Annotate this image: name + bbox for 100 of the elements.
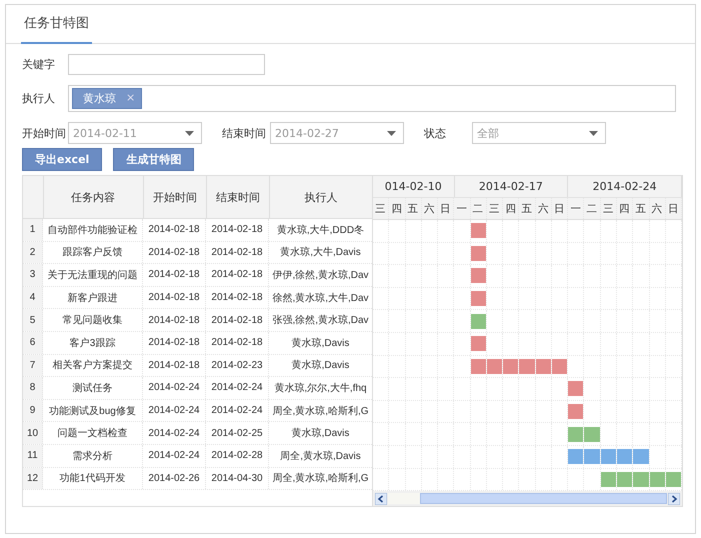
table-cell: 2014-02-23 bbox=[206, 354, 269, 376]
table-cell-text: 黄水琼,尔尔,大牛,fhq bbox=[273, 382, 368, 396]
table-cell-text: 周全,黄水琼,哈斯利,G bbox=[271, 472, 370, 486]
table-cell: 2014-04-30 bbox=[206, 468, 269, 490]
weekday-header: 四 bbox=[389, 198, 406, 219]
start-date-dropdown[interactable]: 2014-02-11 bbox=[68, 122, 202, 144]
table-cell-text: 周全,黄水琼,Davis bbox=[279, 450, 362, 464]
table-cell: 2014-02-24 bbox=[143, 444, 206, 467]
remove-tag-button[interactable]: × bbox=[126, 91, 136, 106]
table-cell: 2014-02-24 bbox=[206, 400, 269, 422]
table-cell: 问题一文档检查 bbox=[43, 422, 143, 444]
table-cell: 客户3跟踪 bbox=[43, 332, 143, 354]
table-cell: 2014-02-24 bbox=[143, 400, 206, 422]
table-cell: 2014-02-18 bbox=[206, 309, 269, 331]
table-cell: 2014-02-24 bbox=[143, 377, 206, 399]
row-number: 10 bbox=[23, 422, 43, 444]
row-number: 3 bbox=[23, 264, 43, 286]
row-number: 4 bbox=[23, 286, 43, 308]
weekday-header: 一 bbox=[568, 198, 584, 219]
table-cell-text: 黄水琼,大牛,DDD冬 bbox=[276, 224, 366, 238]
weekday-header: 四 bbox=[616, 198, 634, 219]
week-header: 2014-02-24 bbox=[568, 176, 682, 197]
column-header: 执行人 bbox=[304, 190, 339, 206]
field-label: 结束时间 bbox=[222, 126, 267, 140]
row-number: 7 bbox=[23, 354, 43, 376]
export-button[interactable]: 导出excel bbox=[22, 148, 102, 171]
executor-input[interactable]: 黄水琼 × bbox=[68, 85, 676, 112]
weekday-header: 二 bbox=[470, 198, 487, 219]
row-number: 5 bbox=[23, 309, 43, 331]
keyword-input[interactable] bbox=[68, 54, 265, 75]
table-cell: 跟踪客户反馈 bbox=[43, 242, 143, 264]
weekday-header: 三 bbox=[600, 198, 617, 219]
table-cell-text: 伊伊,徐然,黄水琼,Dav bbox=[271, 268, 370, 283]
field-label: 状态 bbox=[424, 126, 447, 140]
horizontal-scrollbar[interactable] bbox=[373, 491, 682, 506]
table-cell-text: 徐然,黄水琼,大牛,Dav bbox=[271, 292, 370, 306]
table-cell: 2014-02-18 bbox=[143, 309, 206, 331]
row-number: 2 bbox=[23, 242, 43, 264]
table-cell: 2014-02-18 bbox=[143, 354, 206, 376]
weekday-header: 六 bbox=[650, 198, 666, 219]
table-cell: 2014-02-18 bbox=[206, 286, 269, 308]
table-cell-text: 张强,徐然,黄水琼,Dav bbox=[271, 314, 370, 328]
table-cell: 功能测试及bug修复 bbox=[43, 400, 143, 422]
table-cell: 相关客户方案提交 bbox=[43, 354, 143, 376]
weekday-header: 三 bbox=[486, 198, 504, 219]
table-cell: 2014-02-18 bbox=[206, 332, 269, 354]
table-cell: 2014-02-18 bbox=[143, 264, 206, 286]
weekday-header: 二 bbox=[584, 198, 601, 219]
table-cell: 常见问题收集 bbox=[43, 309, 143, 331]
row-number: 9 bbox=[23, 400, 43, 422]
week-header: 2014-02-17 bbox=[454, 176, 568, 197]
status-dropdown[interactable]: 全部 bbox=[472, 122, 606, 144]
executor-tag: 黄水琼 × bbox=[72, 88, 142, 109]
weekday-header: 日 bbox=[438, 198, 454, 219]
row-number: 8 bbox=[23, 377, 43, 399]
field-label: 执行人 bbox=[22, 91, 56, 106]
column-header: 结束时间 bbox=[206, 176, 270, 218]
table-cell: 2014-02-26 bbox=[143, 468, 206, 490]
scroll-left-icon[interactable] bbox=[375, 492, 387, 505]
table-cell: 自动部件功能验证检 bbox=[43, 219, 143, 241]
table-cell: 2014-02-18 bbox=[206, 264, 269, 286]
column-header: 开始时间 bbox=[144, 176, 207, 218]
table-cell: 新客户跟进 bbox=[43, 286, 143, 308]
table-cell: 2014-02-28 bbox=[206, 444, 269, 467]
table-cell: 2014-02-18 bbox=[206, 219, 269, 241]
weekday-header: 三 bbox=[373, 198, 390, 219]
weekday-header: 五 bbox=[633, 198, 650, 219]
field-label: 开始时间 bbox=[22, 126, 67, 140]
caret-icon bbox=[185, 130, 194, 136]
row-number: 11 bbox=[23, 444, 43, 467]
table-cell-text: 黄水琼,Davis bbox=[290, 358, 350, 374]
weekday-header: 四 bbox=[503, 198, 520, 219]
table-cell-text: 黄水琼,大牛,Davis bbox=[279, 246, 362, 260]
table-cell: 关于无法重现的问题 bbox=[43, 264, 143, 286]
table-cell: 需求分析 bbox=[43, 444, 143, 467]
table-cell: 功能1代码开发 bbox=[43, 468, 143, 490]
row-number: 1 bbox=[23, 219, 43, 241]
table-cell-text: 周全,黄水琼,哈斯利,G bbox=[271, 404, 370, 419]
field-label: 关键字 bbox=[22, 57, 56, 72]
caret-icon bbox=[387, 130, 396, 136]
row-number: 6 bbox=[23, 332, 43, 354]
weekday-header: 五 bbox=[519, 198, 536, 219]
column-header: 任务内容 bbox=[44, 176, 144, 218]
weekday-header: 日 bbox=[552, 198, 568, 219]
table-cell: 2014-02-25 bbox=[206, 422, 269, 444]
week-header: 014-02-10 bbox=[373, 176, 455, 197]
weekday-header: 六 bbox=[422, 198, 438, 219]
table-cell: 2014-02-18 bbox=[143, 242, 206, 264]
table-cell: 2014-02-18 bbox=[143, 219, 206, 241]
caret-icon bbox=[589, 130, 598, 136]
generate-button[interactable]: 生成甘特图 bbox=[113, 148, 194, 171]
table-cell: 测试任务 bbox=[43, 377, 143, 399]
table-cell: 2014-02-18 bbox=[143, 286, 206, 308]
weekday-header: 六 bbox=[536, 198, 552, 219]
table-cell: 2014-02-24 bbox=[143, 422, 206, 444]
scroll-right-icon[interactable] bbox=[668, 492, 680, 505]
tab[interactable]: 任务甘特图 bbox=[21, 14, 92, 44]
end-date-dropdown[interactable]: 2014-02-27 bbox=[270, 122, 404, 144]
table-cell: 2014-02-24 bbox=[206, 377, 269, 399]
weekday-header: 一 bbox=[454, 198, 471, 219]
